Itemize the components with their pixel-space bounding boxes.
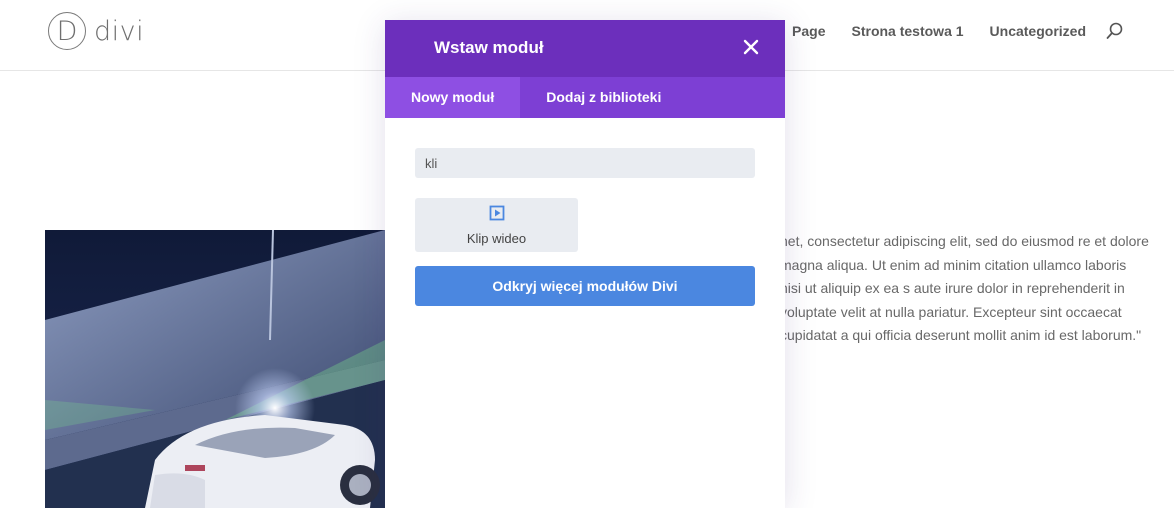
modal-tabs: Nowy moduł Dodaj z biblioteki [385,77,785,118]
site-logo[interactable]: D divi [48,10,144,52]
insert-module-modal: Wstaw moduł Nowy moduł Dodaj z bibliotek… [385,20,785,508]
module-search-input[interactable] [415,148,755,178]
modal-body: Klip wideo Odkryj więcej modułów Divi [385,118,785,336]
logo-text: divi [94,15,145,47]
nav-item-strona-testowa-1[interactable]: Strona testowa 1 [852,23,964,39]
nav-item-uncategorized[interactable]: Uncategorized [990,23,1086,39]
module-card-video[interactable]: Klip wideo [415,198,578,252]
tab-new-module[interactable]: Nowy moduł [385,77,521,118]
discover-modules-button[interactable]: Odkryj więcej modułów Divi [415,266,755,306]
modal-title: Wstaw moduł [434,38,544,57]
video-play-icon [489,205,505,226]
tab-add-from-library[interactable]: Dodaj z biblioteki [520,77,687,118]
module-card-label: Klip wideo [466,230,527,246]
logo-mark: D [48,12,86,50]
close-icon[interactable] [743,39,759,55]
modal-header: Wstaw moduł [385,20,785,77]
nav-item-page[interactable]: Page [792,23,825,39]
hero-image [45,230,385,508]
body-paragraph: net, consectetur adipiscing elit, sed do… [780,233,1149,344]
main-nav: Page Strona testowa 1 Uncategorized [792,21,1174,41]
search-icon[interactable] [1106,22,1124,40]
